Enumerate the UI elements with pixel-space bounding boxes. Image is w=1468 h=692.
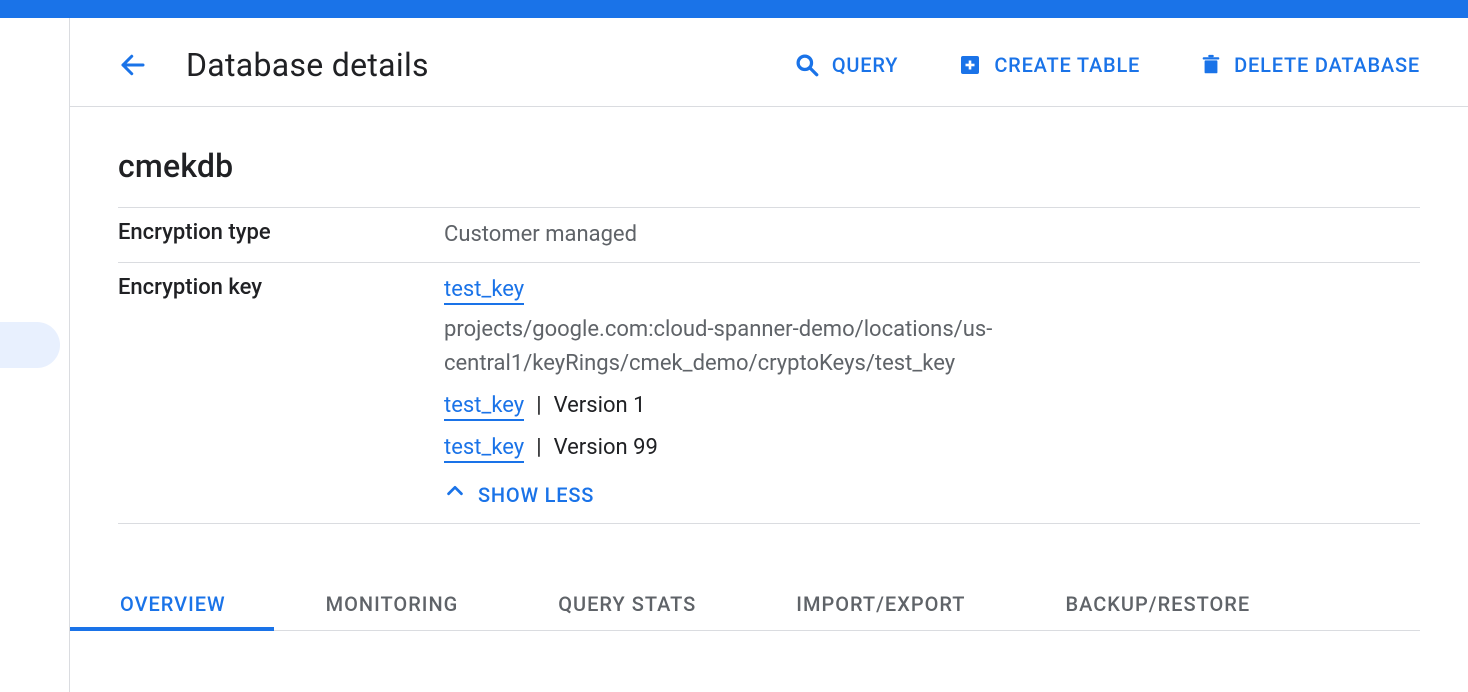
- plus-box-icon: [958, 53, 982, 77]
- create-table-label: CREATE TABLE: [994, 53, 1140, 77]
- left-rail-selection[interactable]: [0, 322, 60, 368]
- key-version-text: Version 99: [554, 435, 658, 460]
- content: cmekdb Encryption type Customer managed …: [70, 107, 1468, 631]
- delete-database-label: DELETE DATABASE: [1234, 53, 1420, 77]
- encryption-key-label: Encryption key: [118, 273, 444, 513]
- page-title: Database details: [186, 46, 429, 84]
- show-less-button[interactable]: SHOW LESS: [444, 480, 594, 511]
- trash-icon: [1200, 52, 1222, 78]
- tab-monitoring[interactable]: MONITORING: [324, 580, 461, 630]
- tab-query-stats[interactable]: QUERY STATS: [556, 580, 698, 630]
- search-icon: [794, 52, 820, 78]
- back-arrow-icon[interactable]: [118, 50, 148, 80]
- encryption-key-row: Encryption key test_key projects/google.…: [118, 263, 1420, 524]
- database-name: cmekdb: [118, 147, 1420, 208]
- key-version-text: Version 1: [554, 393, 646, 418]
- tab-backup-restore[interactable]: BACKUP/RESTORE: [1063, 580, 1252, 630]
- query-button[interactable]: QUERY: [794, 52, 899, 78]
- encryption-key-path: projects/google.com:cloud-spanner-demo/l…: [444, 313, 1420, 381]
- show-less-label: SHOW LESS: [478, 480, 594, 511]
- tab-import-export[interactable]: IMPORT/EXPORT: [794, 580, 967, 630]
- layout: Database details QUERY CREATE TABLE: [0, 18, 1468, 692]
- tab-overview[interactable]: OVERVIEW: [118, 580, 228, 630]
- header-actions: QUERY CREATE TABLE DELETE DATABASE: [794, 52, 1420, 78]
- encryption-key-value: test_key projects/google.com:cloud-spann…: [444, 273, 1420, 513]
- left-rail: [0, 18, 70, 692]
- tabs: OVERVIEW MONITORING QUERY STATS IMPORT/E…: [118, 580, 1420, 631]
- top-app-bar: [0, 0, 1468, 18]
- key-version-row: test_key|Version 99: [444, 431, 1420, 465]
- encryption-type-label: Encryption type: [118, 218, 444, 252]
- key-version-row: test_key|Version 1: [444, 389, 1420, 423]
- chevron-up-icon: [444, 480, 466, 511]
- query-label: QUERY: [832, 53, 899, 77]
- delete-database-button[interactable]: DELETE DATABASE: [1200, 52, 1420, 78]
- key-version-link[interactable]: test_key: [444, 393, 524, 421]
- page-header: Database details QUERY CREATE TABLE: [70, 18, 1468, 107]
- key-version-link[interactable]: test_key: [444, 435, 524, 463]
- encryption-type-value: Customer managed: [444, 218, 1420, 252]
- create-table-button[interactable]: CREATE TABLE: [958, 53, 1140, 77]
- encryption-type-row: Encryption type Customer managed: [118, 208, 1420, 263]
- main-panel: Database details QUERY CREATE TABLE: [70, 18, 1468, 692]
- encryption-key-link[interactable]: test_key: [444, 277, 524, 305]
